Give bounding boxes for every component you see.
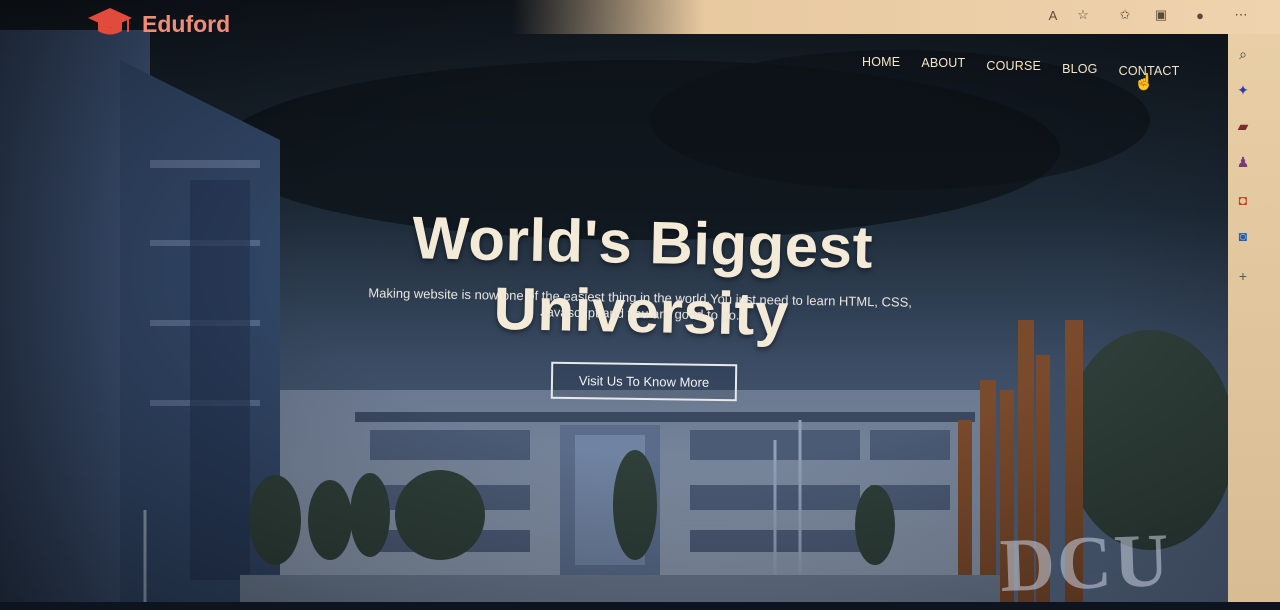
- add-icon[interactable]: +: [1231, 264, 1255, 288]
- favorites-icon[interactable]: ✩: [1112, 3, 1138, 27]
- read-aloud-icon[interactable]: A: [1040, 3, 1066, 27]
- collections-icon[interactable]: ▣: [1148, 3, 1174, 27]
- copilot-icon[interactable]: ✦: [1231, 78, 1255, 102]
- nav-home[interactable]: HOME: [862, 55, 900, 78]
- nav-about[interactable]: ABOUT: [921, 56, 965, 78]
- hand-pointer-cursor-icon: ☝: [1134, 74, 1154, 91]
- more-icon[interactable]: ⋯: [1228, 3, 1254, 27]
- nav-blog[interactable]: BLOG: [1062, 62, 1098, 78]
- visit-us-button[interactable]: Visit Us To Know More: [550, 361, 738, 402]
- brand-logo[interactable]: Eduford: [86, 6, 230, 42]
- search-icon[interactable]: ⌕: [1231, 42, 1255, 66]
- outlook-icon[interactable]: ◙: [1231, 224, 1255, 248]
- favorite-add-icon[interactable]: ☆: [1070, 3, 1096, 27]
- office-icon[interactable]: ◘: [1231, 188, 1255, 212]
- nav-course[interactable]: COURSE: [986, 59, 1041, 78]
- profile-avatar-icon[interactable]: ●: [1187, 3, 1213, 27]
- shopping-icon[interactable]: ▰: [1231, 114, 1255, 138]
- hero-title: World's Biggest University: [411, 204, 874, 349]
- main-nav: HOME ABOUT COURSE BLOG CONTACT: [862, 55, 1180, 78]
- brand-name: Eduford: [142, 10, 231, 37]
- campus-signage: DCU: [998, 518, 1173, 608]
- games-icon[interactable]: ♟: [1231, 150, 1255, 174]
- graduation-cap-icon: [88, 8, 132, 35]
